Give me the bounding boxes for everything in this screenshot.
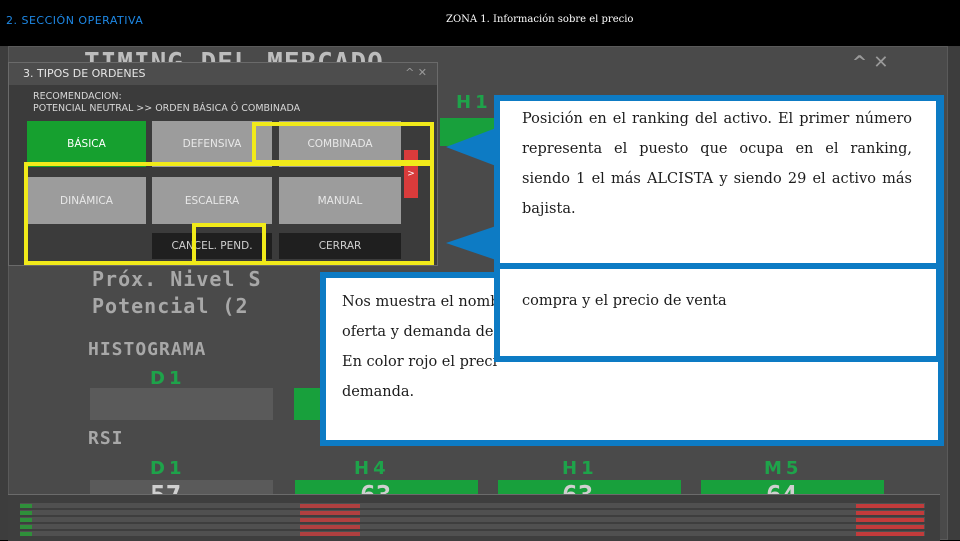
table-row[interactable] xyxy=(20,503,925,508)
histograma-d1-label: D1 xyxy=(150,368,186,389)
dialog-titlebar: 3. TIPOS DE ORDENES ^ ✕ xyxy=(9,63,437,85)
assets-table xyxy=(8,494,940,541)
callout-ranking-pointer xyxy=(446,128,496,166)
callout-price-text: Nos muestra el nomb oferta y demanda de … xyxy=(342,294,507,400)
recommendation-value: POTENCIAL NEUTRAL >> ORDEN BÁSICA Ó COMB… xyxy=(33,103,301,114)
callout-spread-pointer xyxy=(446,226,496,260)
h1-top-label: H1 xyxy=(456,92,492,113)
histograma-bar-d1 xyxy=(90,388,273,420)
recommendation-label: RECOMENDACION: xyxy=(33,91,122,102)
rsi-tf-m5: M5 xyxy=(764,458,803,479)
zone-label: ZONA 1. Información sobre el precio xyxy=(446,14,634,25)
highlight-combinada xyxy=(252,122,434,164)
callout-ranking-text: Posición en el ranking del activo. El pr… xyxy=(522,111,912,217)
rsi-tf-d1: D1 xyxy=(150,458,186,479)
histograma-label: HISTOGRAMA xyxy=(88,339,207,360)
table-row[interactable] xyxy=(20,510,925,515)
prox-nivel-label: Próx. Nivel S xyxy=(92,267,262,291)
rsi-tf-h1: H1 xyxy=(562,458,598,479)
table-row[interactable] xyxy=(20,517,925,522)
basica-button[interactable]: BÁSICA xyxy=(27,121,146,167)
dialog-window-controls[interactable]: ^ ✕ xyxy=(405,66,427,79)
potencial-label: Potencial (2 xyxy=(92,294,249,318)
collapse-icon[interactable]: ^ ✕ xyxy=(852,52,888,73)
rsi-label: RSI xyxy=(88,428,124,449)
callout-spread-text: compra y el precio de venta xyxy=(522,293,727,309)
rsi-tf-h4: H4 xyxy=(354,458,390,479)
dialog-title: 3. TIPOS DE ORDENES xyxy=(23,67,146,80)
table-row[interactable] xyxy=(20,531,925,536)
table-row[interactable] xyxy=(20,524,925,529)
highlight-cancel-pend xyxy=(192,223,266,265)
section-label: 2. SECCIÓN OPERATIVA xyxy=(6,14,144,27)
